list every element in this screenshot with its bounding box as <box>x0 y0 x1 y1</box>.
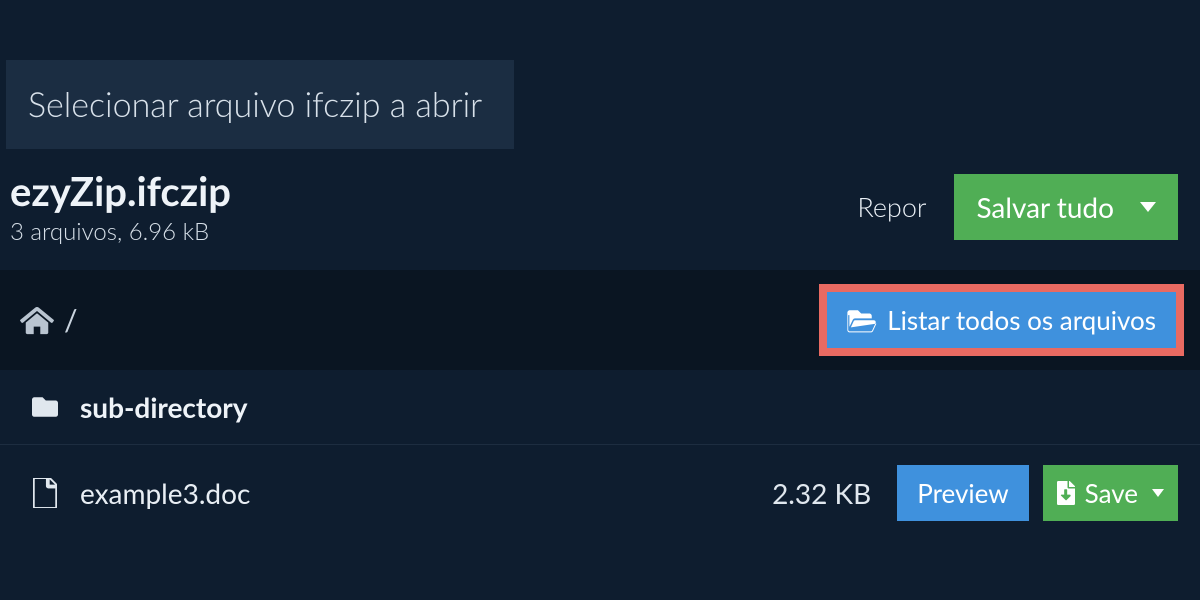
folder-open-icon <box>847 307 877 333</box>
chevron-down-icon <box>1152 489 1164 497</box>
file-row-name: example3.doc <box>80 476 772 510</box>
tab-select-file[interactable]: Selecionar arquivo ifczip a abrir <box>6 60 514 149</box>
home-icon <box>20 305 54 335</box>
list-all-files-button[interactable]: Listar todos os arquivos <box>827 292 1176 348</box>
folder-icon <box>28 394 62 420</box>
file-summary: 3 arquivos, 6.96 kB <box>10 217 231 246</box>
save-all-label: Salvar tudo <box>976 190 1114 224</box>
file-icon <box>28 478 62 508</box>
list-item-folder[interactable]: sub-directory <box>0 370 1200 445</box>
breadcrumb-separator: / <box>64 302 78 338</box>
tab-bar: Selecionar arquivo ifczip a abrir <box>0 60 1200 149</box>
header-actions: Repor Salvar tudo <box>857 174 1178 240</box>
download-icon <box>1055 481 1077 505</box>
folder-name: sub-directory <box>80 390 1178 424</box>
preview-label: Preview <box>917 477 1008 509</box>
tab-label: Selecionar arquivo ifczip a abrir <box>28 84 482 125</box>
list-item-file: example3.doc 2.32 KB Preview Save <box>0 445 1200 541</box>
breadcrumb-bar: / Listar todos os arquivos <box>0 270 1200 370</box>
file-header: ezyZip.ifczip 3 arquivos, 6.96 kB Repor … <box>0 149 1200 260</box>
list-all-files-label: Listar todos os arquivos <box>887 304 1156 336</box>
save-label: Save <box>1085 477 1138 509</box>
highlight-frame: Listar todos os arquivos <box>819 284 1184 356</box>
reset-link[interactable]: Repor <box>857 190 926 223</box>
file-name: ezyZip.ifczip <box>10 167 231 215</box>
file-row-size: 2.32 KB <box>772 476 871 510</box>
save-button[interactable]: Save <box>1043 465 1178 521</box>
file-row-actions: Preview Save <box>897 465 1178 521</box>
save-all-button[interactable]: Salvar tudo <box>954 174 1178 240</box>
preview-button[interactable]: Preview <box>897 465 1028 521</box>
breadcrumb[interactable]: / <box>20 302 78 338</box>
chevron-down-icon <box>1140 202 1156 212</box>
file-info: ezyZip.ifczip 3 arquivos, 6.96 kB <box>10 167 231 246</box>
file-list: sub-directory example3.doc 2.32 KB Previ… <box>0 370 1200 541</box>
